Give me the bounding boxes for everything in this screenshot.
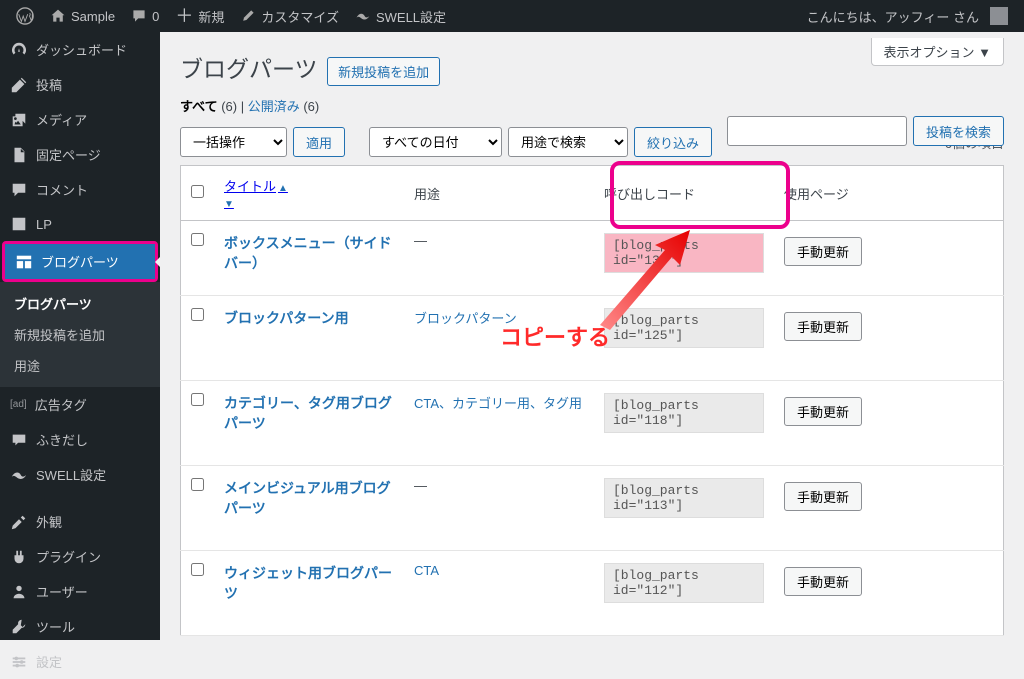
comments[interactable]: 0 [123, 0, 167, 32]
menu-dashboard[interactable]: ダッシュボード [0, 32, 160, 67]
usage-text: — [414, 478, 427, 493]
manual-update-button[interactable]: 手動更新 [784, 237, 862, 266]
menu-appearance[interactable]: 外観 [0, 504, 160, 539]
table-row: ウィジェット用ブログパーツ CTA [blog_parts id="112"] … [181, 551, 1004, 636]
wp-logo[interactable] [8, 0, 42, 32]
menu-settings[interactable]: 設定 [0, 644, 160, 679]
swell-settings[interactable]: SWELL設定 [347, 0, 454, 32]
menu-comments[interactable]: コメント [0, 172, 160, 207]
menu-pages[interactable]: 固定ページ [0, 137, 160, 172]
row-title-link[interactable]: ウィジェット用ブログパーツ [224, 565, 392, 601]
usage-link[interactable]: ブロックパターン [414, 311, 517, 326]
usage-link[interactable]: CTA [414, 563, 439, 578]
row-checkbox[interactable] [191, 233, 204, 246]
menu-media[interactable]: メディア [0, 102, 160, 137]
menu-fukidashi[interactable]: ふきだし [0, 422, 160, 457]
menu-blog-parts[interactable]: ブログパーツ [5, 244, 155, 279]
row-title-link[interactable]: メインビジュアル用ブログパーツ [224, 480, 391, 516]
row-title-link[interactable]: ボックスメニュー（サイドバー） [224, 235, 392, 271]
submenu-blog-parts: ブログパーツ 新規投稿を追加 用途 [0, 282, 160, 387]
usage-filter-select[interactable]: 用途で検索 [508, 127, 628, 157]
row-title-link[interactable]: ブロックパターン用 [224, 310, 349, 326]
manual-update-button[interactable]: 手動更新 [784, 397, 862, 426]
menu-tools[interactable]: ツール [0, 609, 160, 644]
row-checkbox[interactable] [191, 308, 204, 321]
shortcode-box[interactable]: [blog_parts id="118"] [604, 393, 764, 433]
col-code: 呼び出しコード [594, 166, 774, 221]
date-filter-select[interactable]: すべての日付 [369, 127, 502, 157]
filter-all[interactable]: すべて [180, 99, 218, 114]
site-name[interactable]: Sample [42, 0, 123, 32]
customize[interactable]: カスタマイズ [232, 0, 347, 32]
menu-posts[interactable]: 投稿 [0, 67, 160, 102]
menu-swell[interactable]: SWELL設定 [0, 457, 160, 492]
menu-plugins[interactable]: プラグイン [0, 539, 160, 574]
row-title-link[interactable]: カテゴリー、タグ用ブログパーツ [224, 395, 392, 431]
shortcode-box[interactable]: [blog_parts id="113"] [604, 478, 764, 518]
submenu-add-new[interactable]: 新規投稿を追加 [0, 319, 160, 350]
add-new-button[interactable]: 新規投稿を追加 [327, 57, 440, 86]
col-title[interactable]: タイトル▲▼ [224, 179, 288, 210]
submenu-blog-parts-list[interactable]: ブログパーツ [0, 288, 160, 319]
my-account[interactable]: こんにちは、アッフィー さん [799, 0, 1016, 32]
search-posts-button[interactable]: 投稿を検索 [913, 116, 1004, 146]
bulk-action-select[interactable]: 一括操作 [180, 127, 287, 157]
bulk-apply-button[interactable]: 適用 [293, 127, 345, 157]
avatar-icon [990, 7, 1008, 25]
manual-update-button[interactable]: 手動更新 [784, 312, 862, 341]
screen-options-toggle[interactable]: 表示オプション ▼ [871, 38, 1004, 66]
new-content[interactable]: ＋新規 [167, 0, 232, 32]
usage-text: — [414, 233, 427, 248]
table-row: ボックスメニュー（サイドバー） — [blog_parts id="139"] … [181, 221, 1004, 296]
menu-users[interactable]: ユーザー [0, 574, 160, 609]
row-checkbox[interactable] [191, 393, 204, 406]
search-input[interactable] [727, 116, 907, 146]
shortcode-box[interactable]: [blog_parts id="125"] [604, 308, 764, 348]
table-row: ブロックパターン用 ブロックパターン [blog_parts id="125"]… [181, 296, 1004, 381]
col-usage: 用途 [404, 166, 594, 221]
submenu-usage[interactable]: 用途 [0, 350, 160, 381]
status-filter: すべて (6) | 公開済み (6) [180, 96, 1004, 115]
menu-lp[interactable]: LP [0, 207, 160, 241]
row-checkbox[interactable] [191, 478, 204, 491]
manual-update-button[interactable]: 手動更新 [784, 482, 862, 511]
col-page: 使用ページ [774, 166, 1004, 221]
table-row: メインビジュアル用ブログパーツ — [blog_parts id="113"] … [181, 466, 1004, 551]
shortcode-box[interactable]: [blog_parts id="139"] [604, 233, 764, 273]
row-checkbox[interactable] [191, 563, 204, 576]
select-all-checkbox[interactable] [191, 185, 204, 198]
page-title: ブログパーツ [180, 32, 318, 88]
menu-ad-tag[interactable]: [ad]広告タグ [0, 387, 160, 422]
posts-table: タイトル▲▼ 用途 呼び出しコード 使用ページ ボックスメニュー（サイドバー） … [180, 165, 1004, 636]
highlight-current-menu: ブログパーツ [2, 241, 158, 282]
manual-update-button[interactable]: 手動更新 [784, 567, 862, 596]
shortcode-box[interactable]: [blog_parts id="112"] [604, 563, 764, 603]
filter-published[interactable]: 公開済み [248, 99, 300, 114]
usage-link[interactable]: CTA、カテゴリー用、タグ用 [414, 396, 582, 411]
table-row: カテゴリー、タグ用ブログパーツ CTA、カテゴリー用、タグ用 [blog_par… [181, 381, 1004, 466]
filter-button[interactable]: 絞り込み [634, 127, 712, 157]
